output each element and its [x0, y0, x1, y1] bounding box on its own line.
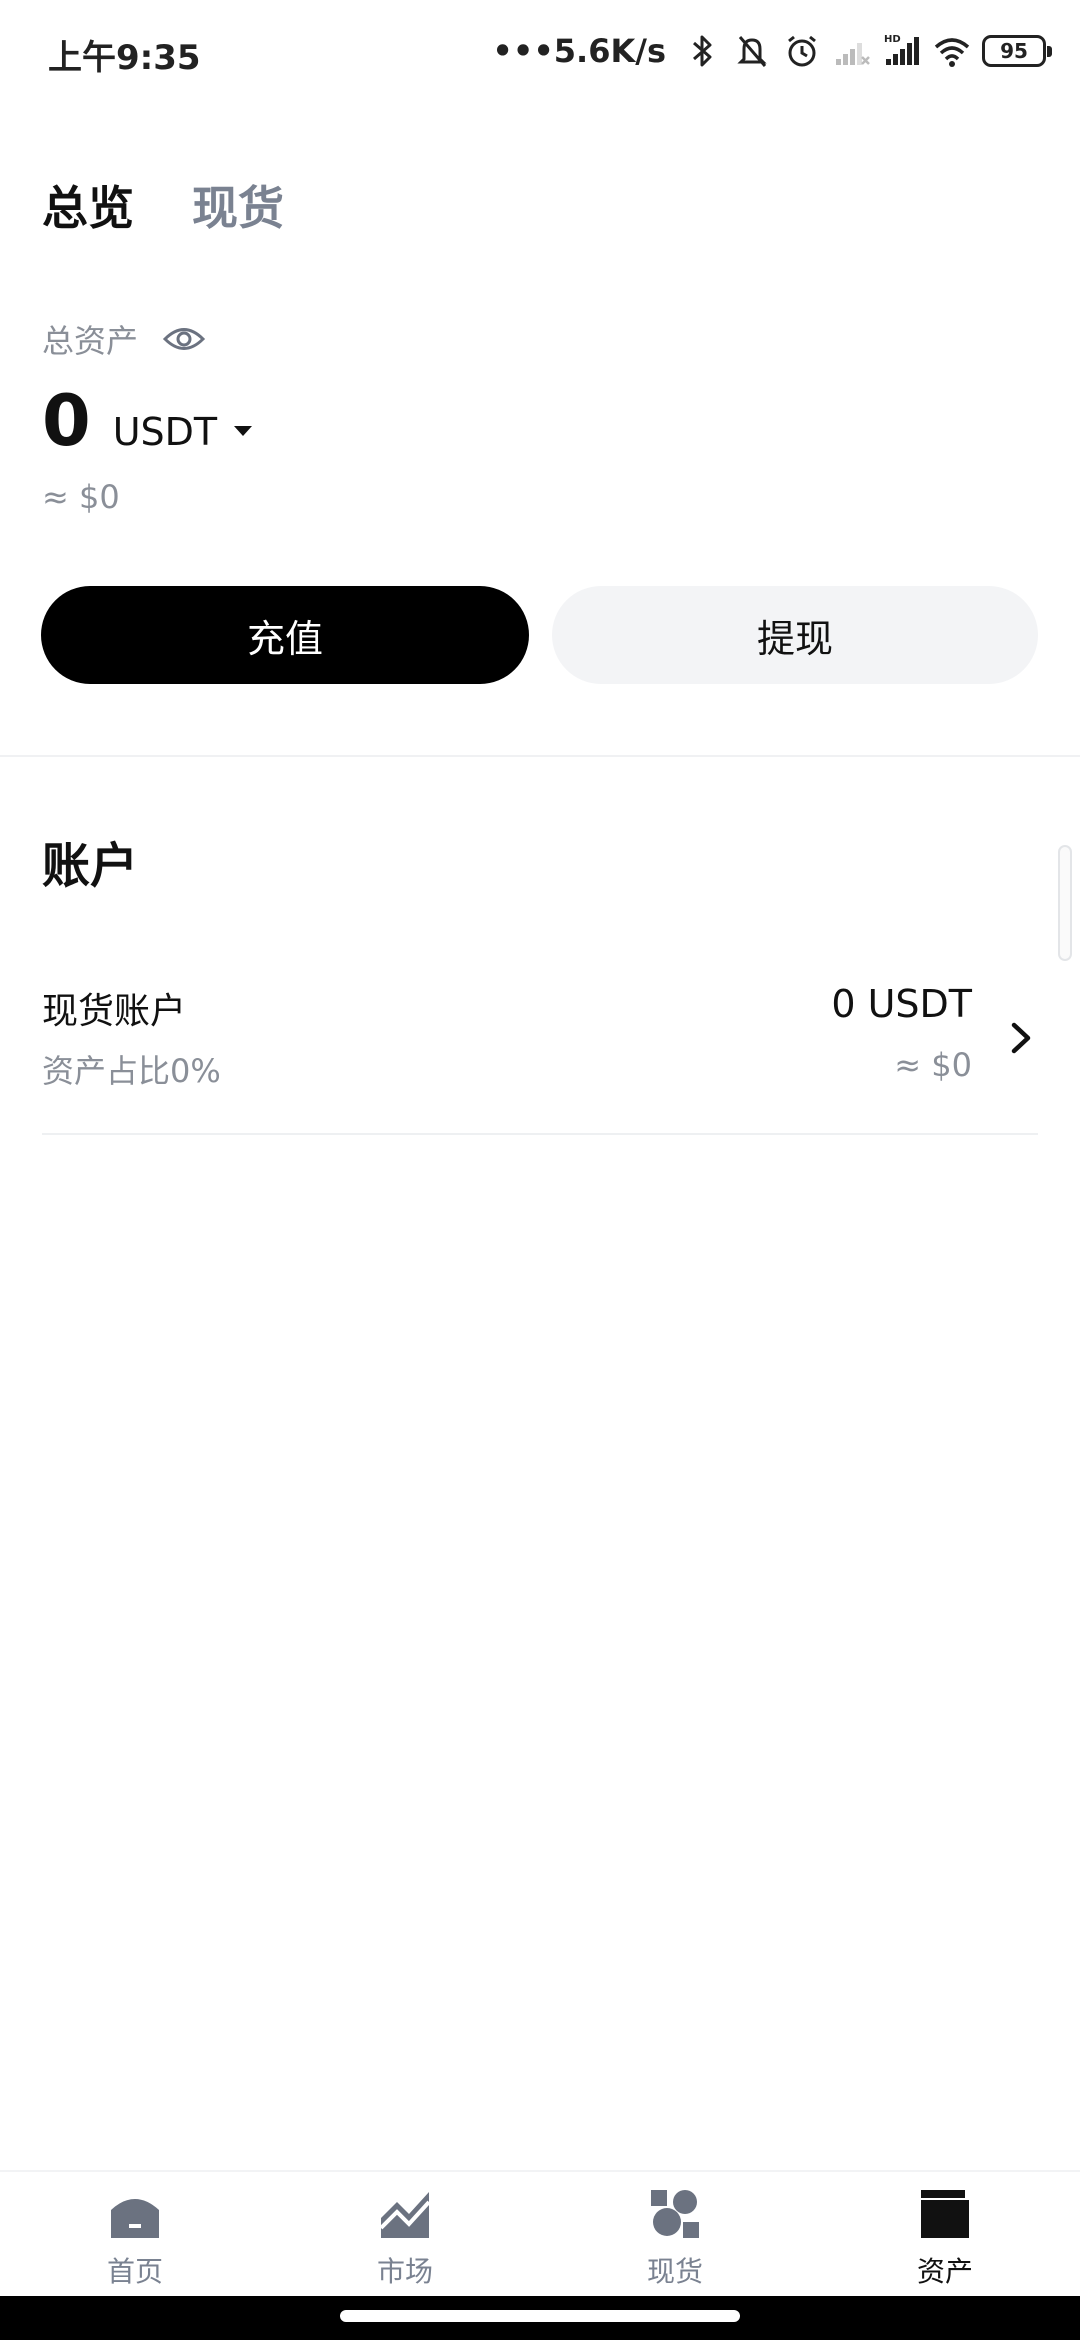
total-assets-header: 总资产: [42, 316, 206, 362]
account-ratio: 资产占比0%: [42, 1052, 221, 1090]
alarm-icon: [788, 35, 816, 67]
bell-muted-icon: [737, 36, 767, 67]
deposit-button[interactable]: 充值: [41, 586, 529, 684]
market-icon: [379, 2192, 431, 2238]
eye-icon[interactable]: [162, 324, 206, 354]
assets-icon: [921, 2190, 969, 2238]
top-tabs: 总览 现货: [42, 172, 284, 238]
signal-hd-icon: HD: [884, 34, 919, 65]
nav-item-market[interactable]: 市场: [270, 2172, 540, 2298]
account-row-spot[interactable]: 现货账户 资产占比0% 0 USDT ≈ $0: [42, 970, 1038, 1134]
status-icons: •••5.6K/s HD 95: [492, 26, 1052, 76]
status-bar: 上午9:35 •••5.6K/s HD 95: [0, 0, 1080, 100]
currency-selector[interactable]: USDT: [113, 410, 217, 454]
row-divider: [42, 1133, 1038, 1135]
signal-weak-icon: [836, 43, 870, 65]
battery-level: 95: [1000, 39, 1028, 63]
home-icon: [111, 2199, 159, 2238]
system-nav-bar: [0, 2296, 1080, 2340]
scrollbar[interactable]: [1058, 845, 1072, 961]
total-amount: 0: [42, 380, 91, 462]
nav-label-assets: 资产: [916, 2255, 973, 2288]
nav-label-market: 市场: [376, 2255, 433, 2288]
tab-spot[interactable]: 现货: [192, 172, 284, 238]
tab-overview[interactable]: 总览: [42, 172, 134, 238]
spot-icon: [651, 2190, 699, 2238]
nav-item-spot[interactable]: 现货: [540, 2172, 810, 2298]
withdraw-button[interactable]: 提现: [552, 586, 1038, 684]
account-approx-usd: ≈ $0: [894, 1046, 972, 1084]
account-name: 现货账户: [42, 991, 187, 1032]
total-approx-usd: ≈ $0: [42, 478, 120, 516]
chevron-right-icon[interactable]: [1008, 1020, 1034, 1056]
section-divider: [0, 755, 1080, 757]
nav-item-assets[interactable]: 资产: [810, 2172, 1080, 2298]
account-amount: 0 USDT: [831, 982, 972, 1026]
bottom-nav: 首页 市场 现货 资产: [0, 2170, 1080, 2298]
total-amount-row: 0 USDT: [42, 380, 253, 462]
nav-label-spot: 现货: [646, 2255, 703, 2288]
screen: 上午9:35 •••5.6K/s HD 95 总览 现货 总资产 0 USDT …: [0, 0, 1080, 2340]
svg-text:HD: HD: [884, 34, 901, 45]
nav-item-home[interactable]: 首页: [0, 2172, 270, 2298]
nav-label-home: 首页: [106, 2255, 163, 2288]
bluetooth-icon: [693, 35, 712, 67]
total-assets-label: 总资产: [42, 322, 139, 360]
status-time: 上午9:35: [48, 38, 201, 78]
battery-icon: 95: [982, 35, 1052, 67]
wifi-icon: [934, 38, 970, 67]
accounts-title: 账户: [42, 838, 139, 894]
network-speed: •••5.6K/s: [492, 32, 666, 70]
caret-down-icon[interactable]: [233, 425, 253, 437]
home-indicator[interactable]: [340, 2310, 740, 2322]
